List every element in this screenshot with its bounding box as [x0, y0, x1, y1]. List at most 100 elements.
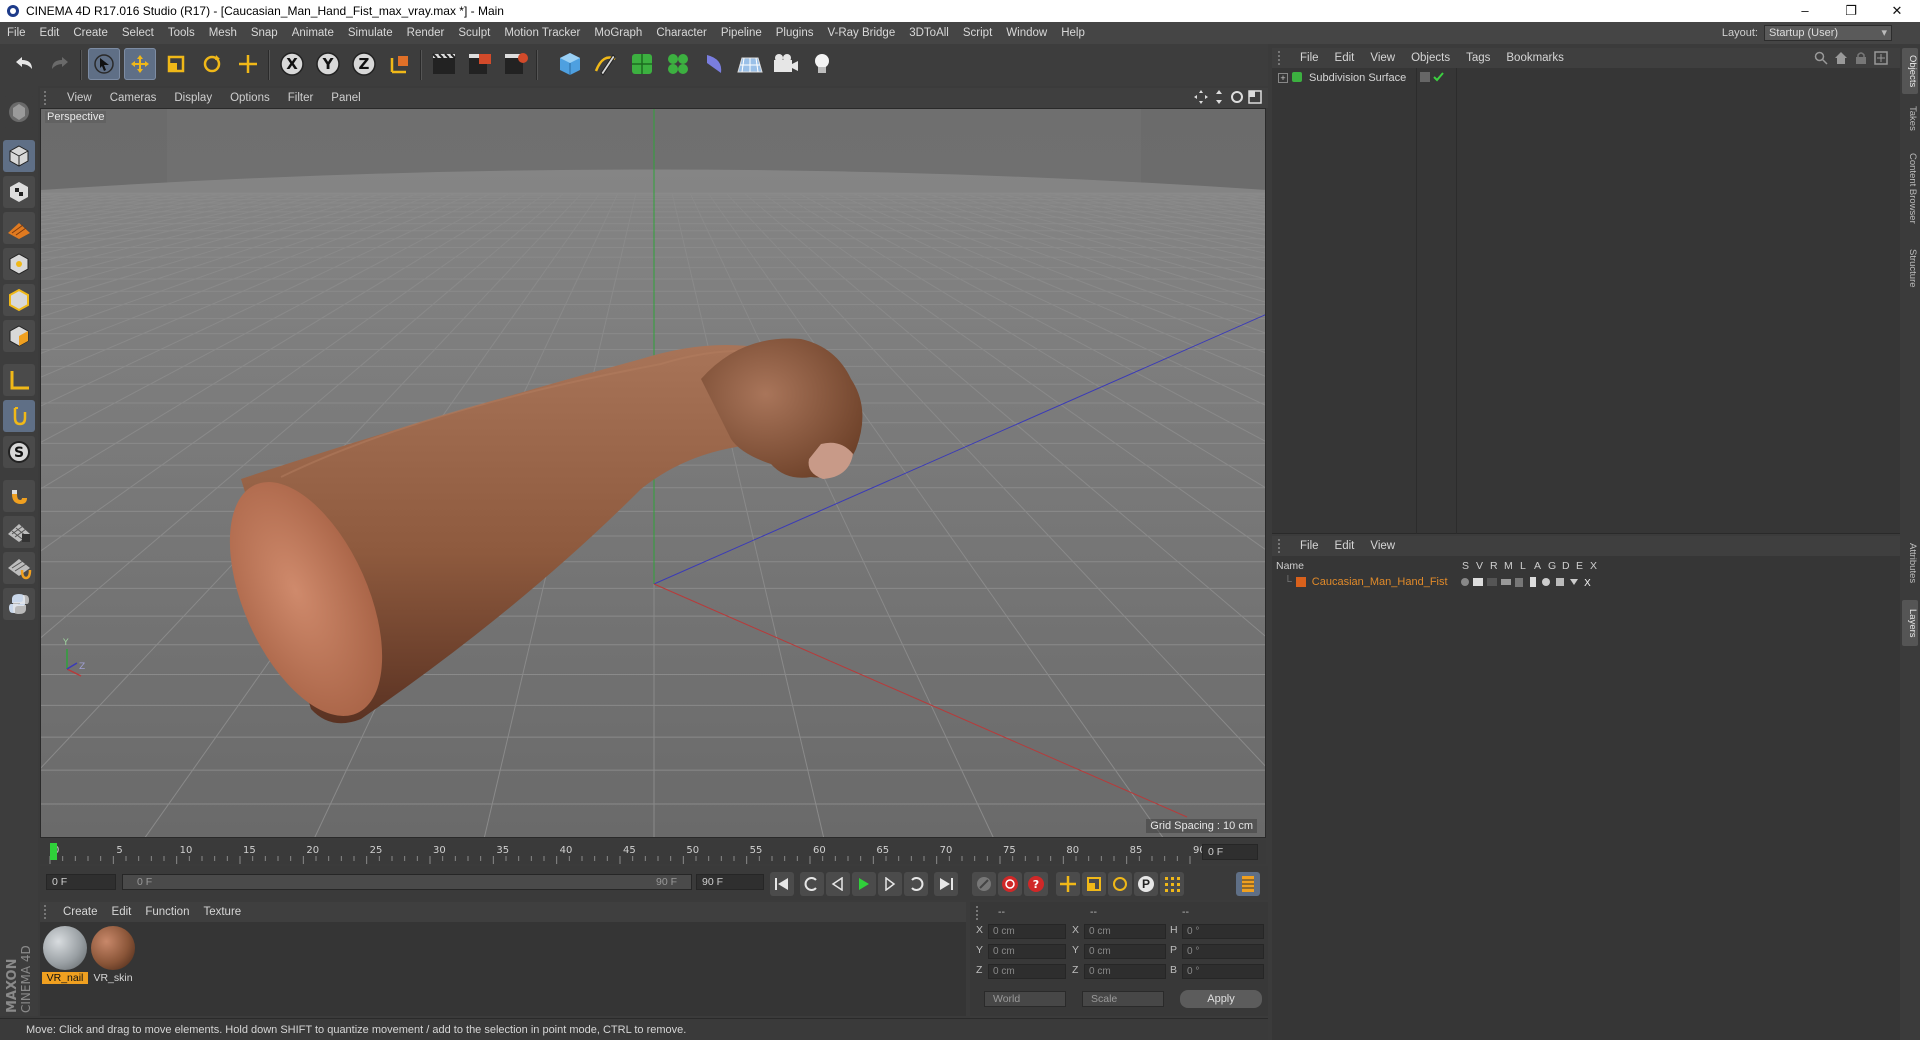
move-axis-icon[interactable] — [232, 48, 264, 80]
position-x-field[interactable]: 0 cm — [988, 924, 1066, 939]
viewport-menu-view[interactable]: View — [58, 92, 101, 104]
key-move-icon[interactable] — [1056, 872, 1080, 896]
menu-create[interactable]: Create — [66, 27, 115, 39]
current-frame-field[interactable]: 0 F — [1202, 844, 1258, 860]
layers-menu-file[interactable]: File — [1292, 540, 1327, 552]
objects-menu-file[interactable]: File — [1292, 52, 1327, 64]
position-y-field[interactable]: 0 cm — [988, 944, 1066, 959]
menu-file[interactable]: File — [0, 27, 33, 39]
menu-pipeline[interactable]: Pipeline — [714, 27, 769, 39]
size-z-field[interactable]: 0 cm — [1084, 964, 1166, 979]
end-frame-field[interactable]: 90 F — [696, 874, 764, 890]
subdivision-icon[interactable] — [626, 48, 658, 80]
timeline-ruler[interactable]: 051015202530354045505560657075808590 0 F — [40, 840, 1266, 864]
layers-menu-view[interactable]: View — [1362, 540, 1403, 552]
rotation-p-field[interactable]: 0 ° — [1182, 944, 1264, 959]
panel-grip[interactable] — [1278, 539, 1286, 553]
tab-content-browser[interactable]: Content Browser — [1902, 142, 1918, 234]
viewport-menu-display[interactable]: Display — [165, 92, 221, 104]
viewport-menu-filter[interactable]: Filter — [279, 92, 323, 104]
go-to-end-icon[interactable] — [934, 872, 958, 896]
redo-icon[interactable] — [44, 48, 76, 80]
material-menu-create[interactable]: Create — [56, 906, 105, 918]
zoom-view-icon[interactable] — [1212, 90, 1226, 107]
pan-view-icon[interactable] — [1194, 90, 1208, 107]
menu-mesh[interactable]: Mesh — [202, 27, 244, 39]
layer-row[interactable]: └ Caucasian_Man_Hand_Fist X — [1272, 574, 1900, 590]
key-scale-icon[interactable] — [1082, 872, 1106, 896]
rotate-icon[interactable] — [196, 48, 228, 80]
new-view-icon[interactable] — [1874, 51, 1888, 68]
rotate-view-icon[interactable] — [1230, 90, 1244, 107]
next-key-icon[interactable] — [904, 872, 928, 896]
material-menu-texture[interactable]: Texture — [196, 906, 248, 918]
pen-spline-icon[interactable] — [590, 48, 622, 80]
panel-grip[interactable] — [44, 905, 52, 919]
python-icon[interactable] — [3, 588, 35, 620]
key-rotate-icon[interactable] — [1108, 872, 1132, 896]
close-button[interactable]: ✕ — [1874, 0, 1920, 22]
viewport-menu-panel[interactable]: Panel — [322, 92, 369, 104]
material-vr-skin[interactable]: VR_skin — [90, 926, 136, 984]
start-frame-field[interactable]: 0 F — [46, 874, 116, 890]
layer-column-manager[interactable]: M — [1504, 560, 1513, 572]
undo-icon[interactable] — [8, 48, 40, 80]
magnet-icon[interactable] — [3, 480, 35, 512]
snap-s-icon[interactable]: S — [3, 436, 35, 468]
texture-mode-icon[interactable] — [3, 176, 35, 208]
select-arrow-icon[interactable] — [88, 48, 120, 80]
render-picture-viewer-icon[interactable] — [464, 48, 496, 80]
workplane-icon[interactable] — [3, 212, 35, 244]
polygons-mode-icon[interactable] — [3, 320, 35, 352]
panel-grip[interactable] — [976, 906, 984, 920]
material-vr-nail[interactable]: VR_nail — [42, 926, 88, 984]
perspective-viewport[interactable]: Y Z Perspective Grid Spacing : 10 cm — [40, 108, 1266, 838]
menu-motion-tracker[interactable]: Motion Tracker — [497, 27, 587, 39]
objects-menu-edit[interactable]: Edit — [1327, 52, 1363, 64]
layer-flag-icons[interactable]: X — [1460, 576, 1600, 591]
points-mode-icon[interactable] — [3, 248, 35, 280]
layer-column-xref[interactable]: X — [1590, 560, 1597, 572]
layer-color-swatch[interactable] — [1295, 577, 1306, 587]
menu-help[interactable]: Help — [1054, 27, 1092, 39]
next-frame-icon[interactable] — [878, 872, 902, 896]
deformer-icon[interactable] — [698, 48, 730, 80]
light-icon[interactable] — [806, 48, 838, 80]
axis-mode-icon[interactable] — [3, 364, 35, 396]
key-pla-icon[interactable] — [1160, 872, 1184, 896]
y-axis-icon[interactable]: Y — [312, 48, 344, 80]
layer-column-locked[interactable]: L — [1520, 560, 1526, 572]
layer-column-solo[interactable]: S — [1462, 560, 1469, 572]
layers-menu-edit[interactable]: Edit — [1327, 540, 1363, 552]
objects-menu-view[interactable]: View — [1362, 52, 1403, 64]
move-icon[interactable] — [124, 48, 156, 80]
key-param-icon[interactable]: P — [1134, 872, 1158, 896]
model-mode-icon[interactable] — [3, 96, 35, 128]
objects-menu-tags[interactable]: Tags — [1458, 52, 1498, 64]
viewport-menu-cameras[interactable]: Cameras — [101, 92, 166, 104]
toggle-view-icon[interactable] — [1248, 90, 1262, 107]
menu-script[interactable]: Script — [956, 27, 999, 39]
rotation-h-field[interactable]: 0 ° — [1182, 924, 1264, 939]
menu-edit[interactable]: Edit — [33, 27, 67, 39]
menu-tools[interactable]: Tools — [161, 27, 202, 39]
panel-grip[interactable] — [44, 91, 54, 105]
z-axis-icon[interactable]: Z — [348, 48, 380, 80]
menu-character[interactable]: Character — [649, 27, 714, 39]
tab-layers[interactable]: Layers — [1902, 600, 1918, 646]
tab-structure[interactable]: Structure — [1902, 240, 1918, 296]
layout-dropdown[interactable]: Startup (User) — [1764, 25, 1892, 41]
object-row-subdivision-surface[interactable]: + Subdivision Surface — [1274, 70, 1898, 86]
object-mode-icon[interactable] — [3, 140, 35, 172]
play-icon[interactable] — [852, 872, 876, 896]
coordinate-system-icon[interactable] — [384, 48, 416, 80]
expand-toggle-icon[interactable]: + — [1278, 73, 1288, 83]
objects-menu-bookmarks[interactable]: Bookmarks — [1498, 52, 1572, 64]
material-menu-edit[interactable]: Edit — [105, 906, 139, 918]
restore-button[interactable]: ❐ — [1828, 0, 1874, 22]
menu-simulate[interactable]: Simulate — [341, 27, 400, 39]
layer-visibility-icon[interactable] — [1420, 71, 1444, 86]
preview-range-slider[interactable]: 0 F 90 F — [122, 874, 692, 890]
menu-snap[interactable]: Snap — [244, 27, 285, 39]
size-y-field[interactable]: 0 cm — [1084, 944, 1166, 959]
